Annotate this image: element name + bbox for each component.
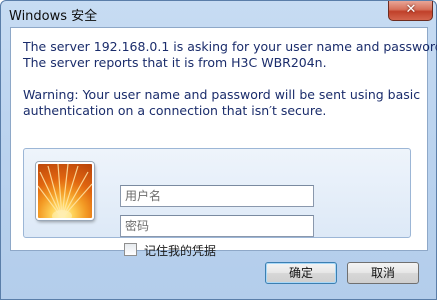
window-title: Windows 安全 [9, 9, 98, 24]
title-bar[interactable]: Windows 安全 ✕ [1, 1, 436, 27]
cancel-button[interactable]: 取消 [347, 262, 419, 284]
security-dialog: Windows 安全 ✕ The server 192.168.0.1 is a… [0, 0, 437, 300]
warning-message-line-1: Warning: Your user name and password wil… [23, 87, 421, 102]
credential-panel: 用户名 密码 记住我的凭据 [23, 148, 411, 258]
dialog-content: The server 192.168.0.1 is asking for you… [10, 27, 437, 258]
username-input[interactable]: 用户名 [120, 185, 314, 207]
remember-label: 记住我的凭据 [144, 244, 217, 258]
user-flower-avatar-icon [36, 162, 94, 220]
ok-button[interactable]: 确定 [265, 262, 337, 284]
close-icon: ✕ [405, 2, 417, 17]
server-message-line-2: The server reports that it is from H3C W… [23, 55, 327, 70]
warning-message-line-2: authentication on a connection that isn′… [23, 103, 327, 118]
password-input[interactable]: 密码 [120, 215, 314, 237]
server-message-line-1: The server 192.168.0.1 is asking for you… [23, 39, 437, 54]
close-button[interactable]: ✕ [388, 1, 433, 21]
remember-checkbox[interactable] [124, 243, 137, 256]
